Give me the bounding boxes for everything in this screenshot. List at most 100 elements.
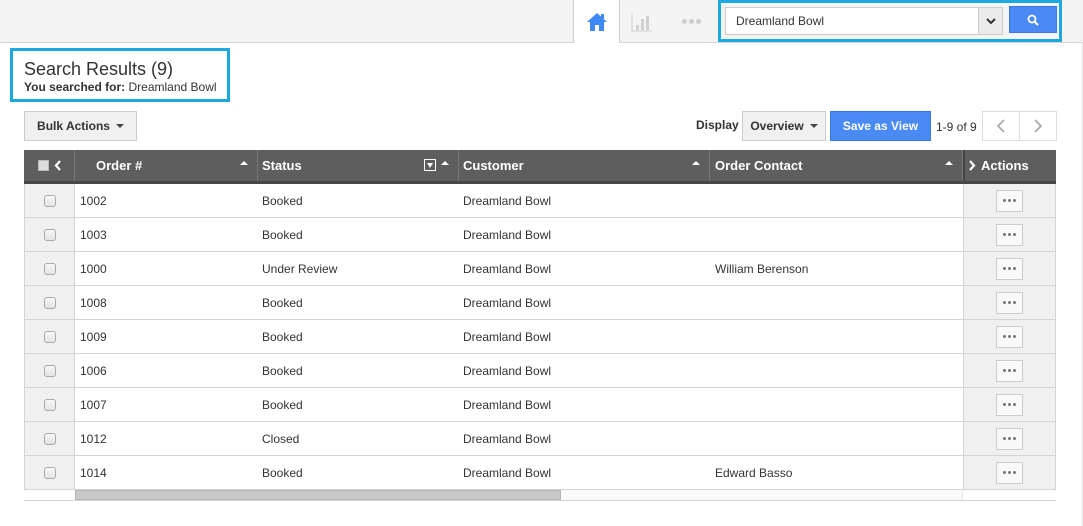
horizontal-scrollbar-row: [24, 490, 1056, 501]
customer-cell: Dreamland Bowl: [463, 261, 552, 276]
previous-page-button[interactable]: [983, 112, 1020, 140]
save-as-view-button[interactable]: Save as View: [830, 111, 931, 141]
display-view-dropdown[interactable]: Overview: [742, 111, 826, 141]
dot: [1003, 267, 1006, 270]
dot: [1003, 403, 1006, 406]
dot: [1003, 301, 1006, 304]
row-actions-cell: [963, 218, 1056, 251]
row-checkbox[interactable]: [43, 432, 56, 445]
dot: [1003, 471, 1006, 474]
order-number-cell[interactable]: 1008: [75, 286, 258, 319]
horizontal-scrollbar[interactable]: [75, 490, 963, 500]
table-row: 1006 Booked Dreamland Bowl: [24, 354, 1056, 388]
search-button[interactable]: [1009, 6, 1057, 33]
scrollbar-thumb[interactable]: [75, 490, 561, 500]
order-number-cell[interactable]: 1000: [75, 252, 258, 285]
grid-body: 1002 Booked Dreamland Bowl 1003 Booked D…: [24, 184, 1056, 490]
customer-cell: Dreamland Bowl: [463, 397, 552, 412]
column-label: Order #: [96, 158, 143, 173]
chevron-right-icon: [1034, 119, 1042, 133]
search-dropdown-button[interactable]: [978, 7, 1003, 35]
column-header-status[interactable]: Status: [258, 150, 459, 181]
dot: [1008, 233, 1011, 236]
row-actions-cell: [963, 320, 1056, 353]
column-header-order[interactable]: Order #: [75, 150, 258, 181]
row-select-cell: [24, 320, 75, 353]
nav-reports-tab[interactable]: [621, 0, 663, 43]
order-contact-cell: [710, 320, 963, 353]
dot: [1008, 199, 1011, 202]
dot: [1013, 301, 1016, 304]
table-row: 1014 Booked Dreamland Bowl Edward Basso: [24, 456, 1056, 490]
customer-cell: Dreamland Bowl: [463, 227, 552, 242]
row-select-cell: [24, 252, 75, 285]
row-more-actions-button[interactable]: [996, 223, 1023, 246]
row-more-actions-button[interactable]: [996, 427, 1023, 450]
order-number-cell[interactable]: 1002: [75, 184, 258, 217]
nav-more-tab[interactable]: [670, 0, 712, 43]
row-actions-cell: [963, 422, 1056, 455]
status-cell: Booked: [262, 227, 303, 242]
display-label: Display: [696, 118, 739, 132]
dot: [1003, 369, 1006, 372]
row-checkbox[interactable]: [43, 364, 56, 377]
row-more-actions-button[interactable]: [996, 461, 1023, 484]
search-query-summary: You searched for: Dreamland Bowl: [24, 80, 227, 94]
column-label: Actions: [981, 158, 1029, 173]
order-number-cell[interactable]: 1012: [75, 422, 258, 455]
order-number-cell[interactable]: 1014: [75, 456, 258, 489]
row-more-actions-button[interactable]: [996, 291, 1023, 314]
column-header-customer[interactable]: Customer: [459, 150, 710, 181]
dot: [1008, 267, 1011, 270]
row-checkbox[interactable]: [43, 330, 56, 343]
row-checkbox[interactable]: [43, 194, 56, 207]
column-header-order-contact[interactable]: Order Contact: [710, 150, 963, 181]
more-horizontal-icon: [681, 19, 702, 24]
row-more-actions-button[interactable]: [996, 359, 1023, 382]
sort-asc-icon[interactable]: [945, 161, 953, 165]
filter-icon[interactable]: [424, 159, 436, 171]
column-header-actions: Actions: [963, 150, 1056, 181]
bar-chart-icon: [631, 12, 652, 31]
select-all-checkbox[interactable]: [37, 160, 49, 171]
row-actions-cell: [963, 354, 1056, 387]
top-bar: [0, 0, 1083, 43]
searched-for-label: You searched for:: [24, 80, 126, 94]
table-row: 1003 Booked Dreamland Bowl: [24, 218, 1056, 252]
collapse-left-icon[interactable]: [54, 160, 61, 171]
bulk-actions-button[interactable]: Bulk Actions: [24, 111, 137, 141]
row-more-actions-button[interactable]: [996, 325, 1023, 348]
order-number-cell[interactable]: 1006: [75, 354, 258, 387]
dot: [1013, 267, 1016, 270]
bulk-actions-label: Bulk Actions: [37, 119, 110, 133]
dot: [1013, 233, 1016, 236]
nav-home-tab[interactable]: [573, 0, 620, 43]
sort-asc-icon[interactable]: [240, 161, 248, 165]
row-select-cell: [24, 354, 75, 387]
row-more-actions-button[interactable]: [996, 393, 1023, 416]
row-select-cell: [24, 218, 75, 251]
sort-asc-icon[interactable]: [441, 161, 449, 165]
row-actions-cell: [963, 388, 1056, 421]
order-number-cell[interactable]: 1007: [75, 388, 258, 421]
row-checkbox[interactable]: [43, 398, 56, 411]
next-page-button[interactable]: [1020, 112, 1056, 140]
customer-cell: Dreamland Bowl: [463, 431, 552, 446]
expand-right-icon[interactable]: [969, 160, 976, 171]
row-checkbox[interactable]: [43, 296, 56, 309]
search-input[interactable]: [725, 7, 979, 35]
dot: [1013, 437, 1016, 440]
chevron-down-icon: [985, 17, 996, 24]
customer-cell: Dreamland Bowl: [463, 329, 552, 344]
table-row: 1008 Booked Dreamland Bowl: [24, 286, 1056, 320]
row-checkbox[interactable]: [43, 466, 56, 479]
row-more-actions-button[interactable]: [996, 257, 1023, 280]
status-cell: Booked: [262, 465, 303, 480]
row-more-actions-button[interactable]: [996, 189, 1023, 212]
order-number-cell[interactable]: 1009: [75, 320, 258, 353]
order-number-cell[interactable]: 1003: [75, 218, 258, 251]
sort-asc-icon[interactable]: [692, 161, 700, 165]
row-checkbox[interactable]: [43, 228, 56, 241]
dot: [1013, 471, 1016, 474]
row-checkbox[interactable]: [43, 262, 56, 275]
